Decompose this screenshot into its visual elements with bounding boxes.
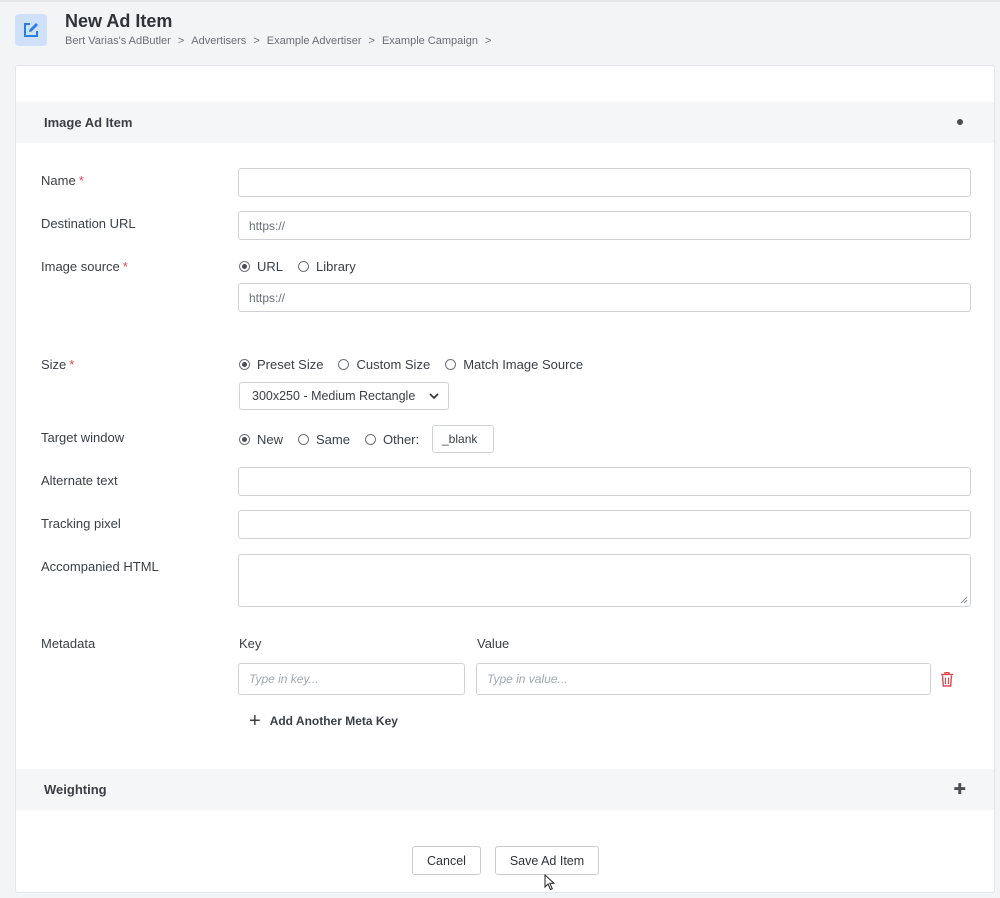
radio-button[interactable] (239, 359, 250, 370)
breadcrumb-separator: > (253, 35, 260, 47)
alternate-text-input[interactable] (238, 467, 971, 496)
section-image-ad-item[interactable]: Image Ad Item (16, 102, 994, 143)
radio-custom-size[interactable]: Custom Size (338, 357, 430, 372)
radio-button[interactable] (364, 434, 376, 445)
alternate-text-label: Alternate text (41, 473, 118, 488)
size-label: Size * (41, 357, 75, 372)
breadcrumb-item-advertiser[interactable]: Example Advertiser (267, 35, 362, 47)
size-radio-group: Preset Size Custom Size Match Image Sour… (239, 357, 598, 372)
add-meta-key-button[interactable]: + Add Another Meta Key (249, 711, 398, 731)
name-input[interactable] (238, 168, 971, 197)
section-weighting[interactable]: Weighting ✚ (16, 769, 994, 810)
radio-preset-size[interactable]: Preset Size (239, 357, 323, 372)
metadata-label: Metadata (41, 636, 96, 651)
breadcrumb-item-account[interactable]: Bert Varias's AdButler (65, 35, 171, 47)
radio-button[interactable] (239, 434, 250, 445)
size-preset-select[interactable]: 300x250 - Medium Rectangle (239, 382, 449, 410)
target-window-label: Target window (41, 430, 125, 445)
image-source-label: Image source * (41, 259, 128, 274)
radio-button[interactable] (239, 261, 250, 272)
accompanied-html-textarea[interactable] (238, 554, 971, 607)
edit-icon (15, 14, 47, 46)
page-title: New Ad Item (65, 11, 173, 31)
radio-button[interactable] (445, 359, 457, 370)
breadcrumb-separator: > (177, 35, 185, 47)
image-source-url-input[interactable]: https:// (238, 283, 971, 312)
plus-icon: + (249, 710, 261, 732)
metadata-value-input[interactable]: Type in value... (476, 663, 931, 695)
radio-match-image-source[interactable]: Match Image Source (445, 357, 583, 372)
trash-icon[interactable] (940, 671, 954, 687)
mouse-cursor-icon (544, 874, 556, 891)
target-other-input[interactable]: _blank (432, 425, 494, 453)
breadcrumb-item-advertisers[interactable]: Advertisers (191, 35, 246, 47)
radio-other[interactable]: Other: (364, 432, 419, 447)
destination-url-label: Destination URL (41, 216, 136, 231)
chevron-down-icon (429, 393, 439, 400)
radio-new[interactable]: New (239, 432, 283, 447)
target-window-radio-group: New Same Other: (239, 432, 434, 447)
section-title: Image Ad Item (44, 115, 133, 130)
radio-button[interactable] (298, 261, 310, 272)
ad-item-form-card: Image Ad Item Name * Destination URL http… (15, 65, 995, 893)
breadcrumb-separator: > (368, 35, 375, 47)
resize-handle-icon[interactable] (960, 596, 968, 604)
breadcrumb: Bert Varias's AdButler > Advertisers > E… (65, 35, 498, 47)
tracking-pixel-input[interactable] (238, 510, 971, 539)
radio-button[interactable] (298, 434, 310, 445)
destination-url-input[interactable]: https:// (238, 211, 971, 240)
radio-same[interactable]: Same (298, 432, 350, 447)
top-border (0, 0, 1000, 2)
accompanied-html-label: Accompanied HTML (41, 559, 159, 574)
radio-library[interactable]: Library (298, 259, 356, 274)
breadcrumb-separator: > (484, 35, 492, 47)
collapse-dot-icon[interactable] (957, 119, 963, 125)
metadata-key-input[interactable]: Type in key... (238, 663, 465, 695)
radio-button[interactable] (338, 359, 350, 370)
expand-plus-icon[interactable]: ✚ (953, 780, 966, 798)
metadata-value-header: Value (477, 636, 510, 651)
name-label: Name * (41, 173, 84, 188)
section-title: Weighting (44, 782, 107, 797)
radio-url[interactable]: URL (239, 259, 283, 274)
breadcrumb-item-campaign[interactable]: Example Campaign (382, 35, 478, 47)
save-ad-item-button[interactable]: Save Ad Item (495, 846, 599, 875)
image-source-radio-group: URL Library (239, 259, 371, 274)
tracking-pixel-label: Tracking pixel (41, 516, 121, 531)
cancel-button[interactable]: Cancel (412, 846, 481, 875)
metadata-key-header: Key (239, 636, 262, 651)
